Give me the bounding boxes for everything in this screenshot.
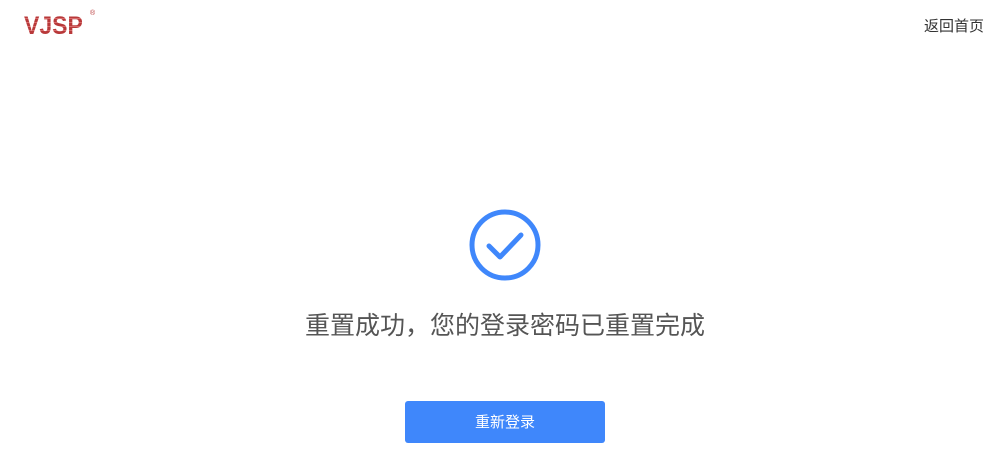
return-home-link[interactable]: 返回首页	[924, 16, 984, 36]
relogin-button[interactable]: 重新登录	[405, 401, 605, 443]
check-circle-icon	[469, 209, 541, 281]
header: VJSP ® 返回首页	[0, 0, 1003, 56]
password-reset-success-page: VJSP ® 返回首页 重置成功，您的登录密码已重置完成 重新登录	[0, 0, 1003, 476]
logo-text: VJSP	[24, 12, 83, 40]
success-message: 重置成功，您的登录密码已重置完成	[304, 311, 705, 340]
registered-mark: ®	[90, 10, 96, 17]
vjsp-logo: VJSP ®	[24, 10, 95, 45]
